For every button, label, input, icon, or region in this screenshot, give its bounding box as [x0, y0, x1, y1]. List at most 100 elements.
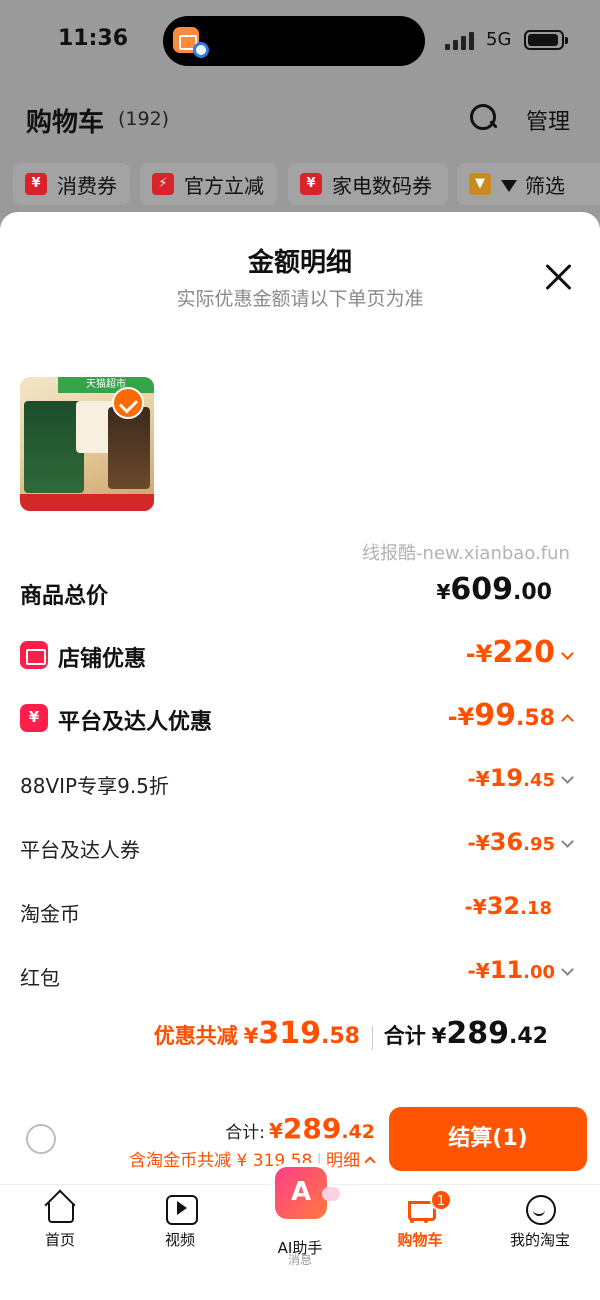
grand-total: 合计 ¥ 289 .42 [384, 1016, 548, 1051]
watermark-text: 线报酷-new.xianbao.fun [362, 543, 570, 564]
amount-symbol: -¥ [467, 767, 490, 791]
amount-integer: 19 [489, 764, 524, 792]
amount-symbol: ¥ [431, 1024, 447, 1048]
checkout-total: 合计: ¥ 289 .42 [225, 1112, 375, 1145]
amount-decimal: .45 [523, 770, 555, 791]
row-amount: -¥ 220 [465, 635, 574, 675]
chevron-up-icon[interactable] [561, 714, 574, 727]
row-label: 红包 [20, 966, 60, 990]
chip-label: 消费券 [57, 173, 117, 198]
amount-decimal: .18 [520, 898, 552, 919]
amount-symbol: ¥ [436, 580, 451, 604]
chip-official-discount[interactable]: ⚡ 官方立减 [140, 163, 277, 205]
location-badge-icon [193, 42, 209, 58]
amount-integer: 36 [489, 828, 524, 856]
chip-label: 筛选 [525, 173, 565, 198]
row-label: 88VIP专享9.5折 [20, 774, 169, 798]
tab-home[interactable]: 首页 [0, 1185, 120, 1265]
tab-label: 购物车 [397, 1231, 443, 1249]
amount-integer: 32 [486, 892, 521, 920]
amount-integer: 609 [450, 572, 514, 607]
sheet-title: 金额明细 [247, 248, 352, 278]
battery-icon [524, 30, 568, 50]
tab-bar: 首页 视频 AI助手 消息 购物车 1 我的淘宝 [0, 1167, 600, 1300]
page-title: 购物车 [26, 108, 105, 138]
amount-decimal: .00 [523, 962, 555, 983]
tab-my-taobao[interactable]: 我的淘宝 [480, 1185, 600, 1265]
video-play-icon [164, 1193, 198, 1225]
amount-decimal: .58 [321, 1024, 360, 1049]
amount-symbol: -¥ [464, 895, 487, 919]
checkout-savings-detail[interactable]: 含淘金币共减 ¥ 319.58 | 明细 [129, 1146, 376, 1171]
chip-label: 官方立减 [184, 173, 264, 198]
amount-symbol: ¥ [243, 1024, 259, 1048]
product-footer-strip [20, 494, 154, 511]
amount-decimal: .00 [513, 580, 552, 605]
tab-label: 首页 [44, 1231, 75, 1249]
row-label: 店铺优惠 [58, 647, 147, 672]
amount-integer: 289 [446, 1016, 510, 1051]
lightning-icon: ⚡ [152, 173, 174, 195]
chevron-down-icon[interactable] [561, 647, 574, 660]
product-bag [108, 407, 150, 489]
checkout-button[interactable]: 结算(1) [389, 1107, 587, 1171]
shop-icon [20, 641, 48, 669]
chip-consumer-coupon[interactable]: ¥ 消费券 [13, 163, 130, 205]
chip-filter[interactable]: ▼ 筛选 [457, 163, 600, 205]
cart-item-count: (192) [118, 108, 170, 130]
tab-video[interactable]: 视频 [120, 1185, 240, 1265]
row-red-packet[interactable]: 红包 -¥ 11 .00 [0, 956, 600, 996]
product-thumbnail[interactable]: 天猫超市 [20, 377, 154, 511]
amount-integer: 289 [282, 1112, 342, 1145]
amount-integer: 319 [258, 1016, 322, 1051]
chip-appliance-coupon[interactable]: ¥ 家电数码券 [288, 163, 448, 205]
amount-integer: 99 [474, 698, 517, 733]
amount-decimal: .42 [509, 1024, 548, 1049]
chip-label: 家电数码券 [332, 173, 432, 198]
arrow-down-icon: ▼ [469, 173, 491, 195]
chevron-down-icon[interactable] [561, 835, 574, 848]
signal-icon [445, 32, 475, 50]
select-all-radio[interactable] [26, 1124, 56, 1154]
tab-cart[interactable]: 购物车 [360, 1185, 480, 1265]
row-amount: -¥ 99 .58 [447, 698, 574, 738]
row-platform-discount[interactable]: 平台及达人优惠 -¥ 99 .58 [0, 698, 600, 738]
savings-label: 优惠共减 [153, 1024, 238, 1048]
row-shop-discount[interactable]: 店铺优惠 -¥ 220 [0, 635, 600, 675]
row-amount: -¥ 11 .00 [467, 956, 574, 996]
amount-decimal: .58 [516, 706, 555, 731]
sheet-subtitle: 实际优惠金额请以下单页为准 [176, 288, 424, 310]
chevron-down-icon[interactable] [561, 963, 574, 976]
amount-decimal: .42 [341, 1121, 375, 1143]
amount-symbol: -¥ [447, 703, 475, 731]
amount-symbol: ¥ [268, 1119, 283, 1143]
tab-label: 我的淘宝 [509, 1231, 570, 1249]
tab-label: 视频 [164, 1231, 195, 1249]
row-label: 平台及达人优惠 [58, 710, 213, 735]
dynamic-island [163, 16, 425, 66]
manage-button[interactable]: 管理 [526, 104, 570, 136]
amount-symbol: -¥ [465, 640, 493, 668]
total-label: 合计: [225, 1123, 265, 1143]
home-icon [44, 1193, 76, 1223]
amount-decimal: .95 [523, 834, 555, 855]
row-label: 平台及达人券 [20, 838, 140, 862]
selected-check-icon[interactable] [112, 387, 144, 419]
detail-link[interactable]: 明细 [326, 1151, 360, 1171]
status-time: 11:36 [58, 26, 129, 51]
row-total-price: 商品总价 ¥ 609 .00 [0, 572, 600, 612]
chevron-down-icon[interactable] [561, 771, 574, 784]
row-amount: -¥ 36 .95 [467, 828, 574, 868]
amount-integer: 220 [492, 635, 555, 670]
total-savings: 优惠共减 ¥ 319 .58 [154, 1016, 360, 1051]
network-type: 5G [486, 29, 512, 50]
row-88vip[interactable]: 88VIP专享9.5折 -¥ 19 .45 [0, 764, 600, 804]
divider [372, 1026, 373, 1050]
amount-symbol: -¥ [467, 831, 490, 855]
background-page: 11:36 5G 购物车 (192) 管理 ¥ 消费券 ⚡ 官方立减 ¥ 家电数… [0, 0, 600, 240]
chevron-up-icon [364, 1156, 376, 1168]
search-icon[interactable] [470, 104, 498, 132]
cart-badge: 1 [430, 1189, 452, 1211]
close-icon[interactable] [542, 260, 576, 294]
row-platform-coupon[interactable]: 平台及达人券 -¥ 36 .95 [0, 828, 600, 868]
